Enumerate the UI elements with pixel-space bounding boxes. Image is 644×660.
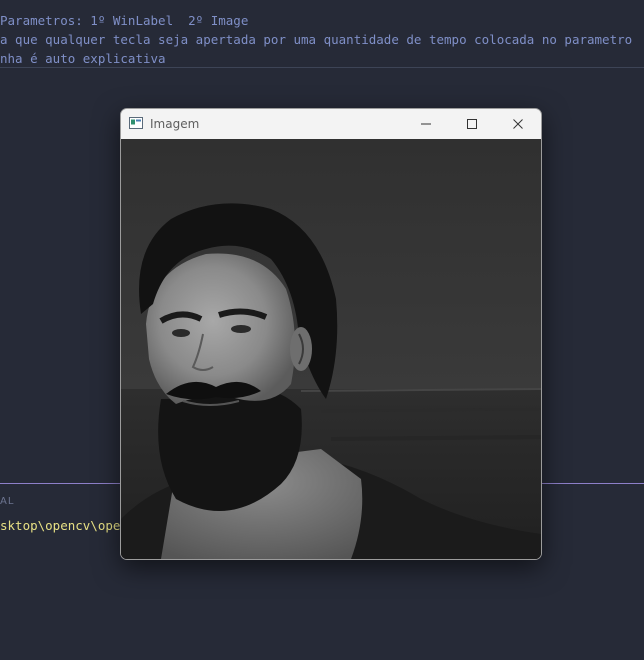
code-line-2: a que qualquer tecla seja apertada por u… [0, 32, 633, 47]
minimize-button[interactable] [403, 109, 449, 139]
code-line-1: Parametros: 1º WinLabel 2º Image [0, 13, 249, 28]
imagem-window[interactable]: Imagem [120, 108, 542, 560]
terminal-path-line[interactable]: sktop\opencv\ope [0, 518, 120, 533]
opencv-window-icon [129, 117, 143, 129]
code-line-3: nha é auto explicativa [0, 51, 166, 66]
maximize-icon [467, 119, 477, 129]
image-display[interactable] [121, 139, 541, 559]
window-titlebar[interactable]: Imagem [121, 109, 541, 139]
maximize-button[interactable] [449, 109, 495, 139]
panel-tab-label[interactable]: AL [0, 496, 14, 507]
line-highlight-border [0, 67, 644, 68]
minimize-icon [421, 123, 431, 125]
close-button[interactable] [495, 109, 541, 139]
window-title: Imagem [150, 117, 200, 131]
grayscale-portrait-photo [121, 139, 541, 559]
close-icon [513, 119, 523, 129]
